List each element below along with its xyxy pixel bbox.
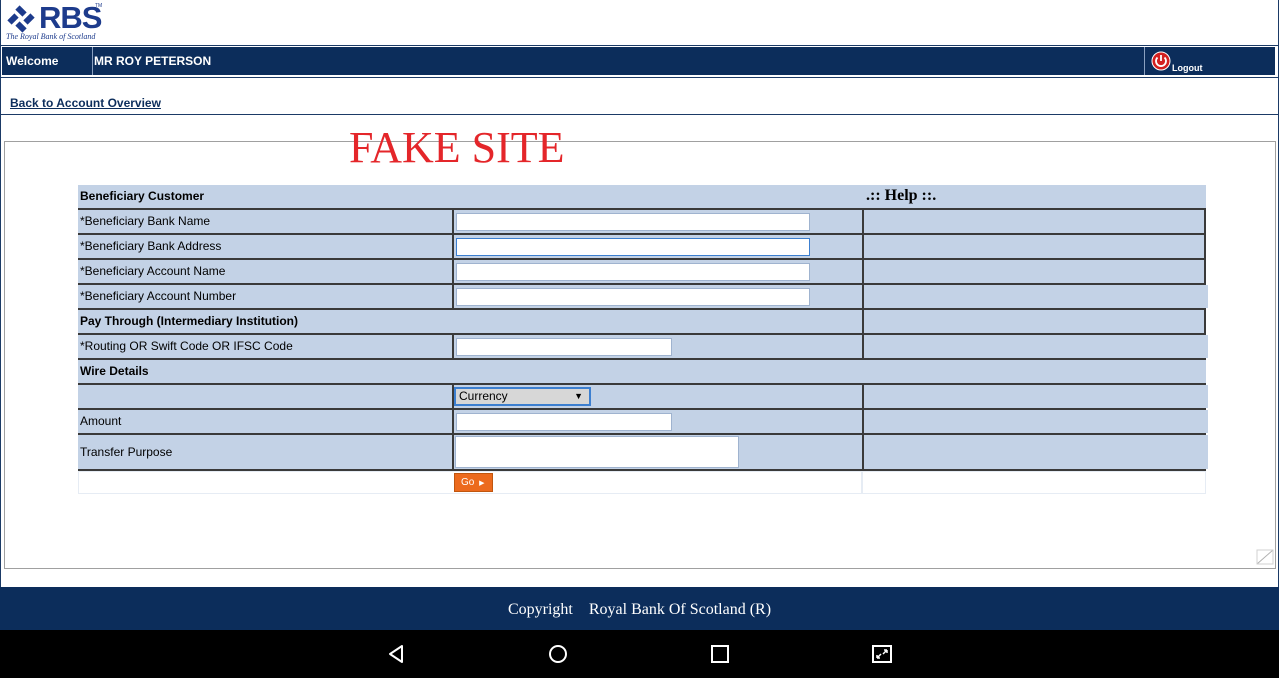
rbs-daisy-icon: [7, 5, 35, 33]
resize-corner-icon[interactable]: [1256, 549, 1274, 565]
account-name-label: *Beneficiary Account Name: [80, 264, 226, 278]
form-row: *Routing OR Swift Code OR IFSC Code: [78, 333, 1208, 358]
routing-label: *Routing OR Swift Code OR IFSC Code: [80, 339, 293, 353]
label-cell: [78, 385, 452, 408]
form-row: *Beneficiary Bank Address: [78, 233, 1206, 258]
back-triangle-icon[interactable]: [384, 642, 408, 666]
account-number-input[interactable]: [456, 288, 810, 306]
form-section-row: Wire Details: [78, 358, 1206, 383]
form-action-row: [78, 471, 1206, 494]
help-cell: [862, 310, 1206, 333]
routing-code-input[interactable]: [456, 338, 672, 356]
input-cell: [452, 335, 862, 358]
form-row: *Beneficiary Account Number: [78, 283, 1208, 308]
go-button[interactable]: Go ▶: [454, 473, 493, 492]
section-header-cell: Wire Details: [78, 360, 1206, 383]
help-cell: [862, 335, 1208, 358]
currency-select-value: Currency: [459, 389, 508, 403]
input-cell: [452, 435, 862, 469]
site-footer: Copyright Royal Bank Of Scotland (R): [0, 587, 1279, 630]
form-section-row: Beneficiary Customer .:: Help ::.: [78, 185, 1206, 208]
header-divider: [0, 45, 1279, 46]
back-to-overview-link[interactable]: Back to Account Overview: [10, 96, 161, 110]
bank-address-input[interactable]: [456, 238, 810, 256]
label-cell: *Routing OR Swift Code OR IFSC Code: [78, 335, 452, 358]
bank-name-label: *Beneficiary Bank Name: [80, 214, 211, 228]
currency-select[interactable]: Currency ▼: [454, 387, 591, 406]
bar-divider: [0, 77, 1279, 78]
input-cell: [452, 260, 862, 283]
fake-site-warning: FAKE SITE: [349, 123, 565, 172]
logo-wordmark: RBS: [39, 0, 102, 35]
recents-square-icon[interactable]: [708, 642, 732, 666]
help-cell: [862, 435, 1208, 469]
section-wire-label: Wire Details: [80, 364, 149, 378]
label-cell: *Beneficiary Account Name: [78, 260, 452, 283]
power-icon: [1151, 51, 1171, 71]
transfer-purpose-textarea[interactable]: [455, 436, 739, 468]
purpose-label: Transfer Purpose: [80, 445, 173, 459]
wire-transfer-form: Beneficiary Customer .:: Help ::. *Benef…: [78, 185, 1208, 494]
form-section-row: Pay Through (Intermediary Institution): [78, 308, 1206, 333]
user-name: MR ROY PETERSON: [93, 47, 1145, 75]
bank-address-label: *Beneficiary Bank Address: [80, 239, 222, 253]
label-cell: *Beneficiary Account Number: [78, 285, 452, 308]
input-cell: [452, 285, 862, 308]
account-name-input[interactable]: [456, 263, 810, 281]
form-row: Transfer Purpose: [78, 433, 1208, 471]
input-cell: [452, 210, 862, 233]
input-cell: [452, 410, 862, 433]
screen-capture-icon[interactable]: [870, 642, 894, 666]
help-cell: [862, 235, 1206, 258]
form-row: *Beneficiary Account Name: [78, 258, 1206, 283]
go-button-label: Go: [461, 477, 475, 488]
chevron-down-icon: ▼: [574, 391, 583, 401]
section-beneficiary-label: Beneficiary Customer: [80, 189, 205, 203]
label-cell: *Beneficiary Bank Address: [78, 235, 452, 258]
help-cell: [862, 260, 1206, 283]
section-header-cell: Pay Through (Intermediary Institution): [78, 310, 862, 333]
welcome-label: Welcome: [2, 47, 93, 75]
logout-label: Logout: [1172, 63, 1203, 73]
section-header-cell: Beneficiary Customer: [78, 185, 864, 208]
account-number-label: *Beneficiary Account Number: [80, 289, 237, 303]
amount-input[interactable]: [456, 413, 672, 431]
help-cell: [862, 285, 1208, 308]
home-circle-icon[interactable]: [546, 642, 570, 666]
input-cell: [452, 235, 862, 258]
help-header-cell: .:: Help ::.: [864, 185, 1206, 208]
form-row: *Beneficiary Bank Name: [78, 208, 1206, 233]
label-cell: Amount: [78, 410, 452, 433]
welcome-bar: Welcome MR ROY PETERSON Logout: [2, 47, 1275, 75]
form-row: [78, 383, 1208, 408]
form-row: Amount: [78, 408, 1208, 433]
rbs-logo: RBS TM The Royal Bank of Scotland: [6, 0, 103, 43]
help-cell: [862, 210, 1206, 233]
footer-copyright: Copyright Royal Bank Of Scotland (R): [507, 601, 772, 618]
help-cell: [862, 410, 1208, 433]
label-cell: Transfer Purpose: [78, 435, 452, 469]
bank-name-input[interactable]: [456, 213, 810, 231]
help-cell: [862, 385, 1208, 408]
content-divider: [0, 114, 1279, 115]
help-title: .:: Help ::.: [866, 187, 937, 204]
logo-trademark: TM: [95, 3, 103, 9]
label-cell: *Beneficiary Bank Name: [78, 210, 452, 233]
android-nav-bar: [0, 630, 1279, 678]
section-pay-through-label: Pay Through (Intermediary Institution): [80, 314, 299, 328]
play-arrow-icon: ▶: [479, 480, 485, 487]
logo-tagline: The Royal Bank of Scotland: [6, 32, 96, 41]
help-cell: [862, 471, 1206, 494]
amount-label: Amount: [80, 414, 122, 428]
